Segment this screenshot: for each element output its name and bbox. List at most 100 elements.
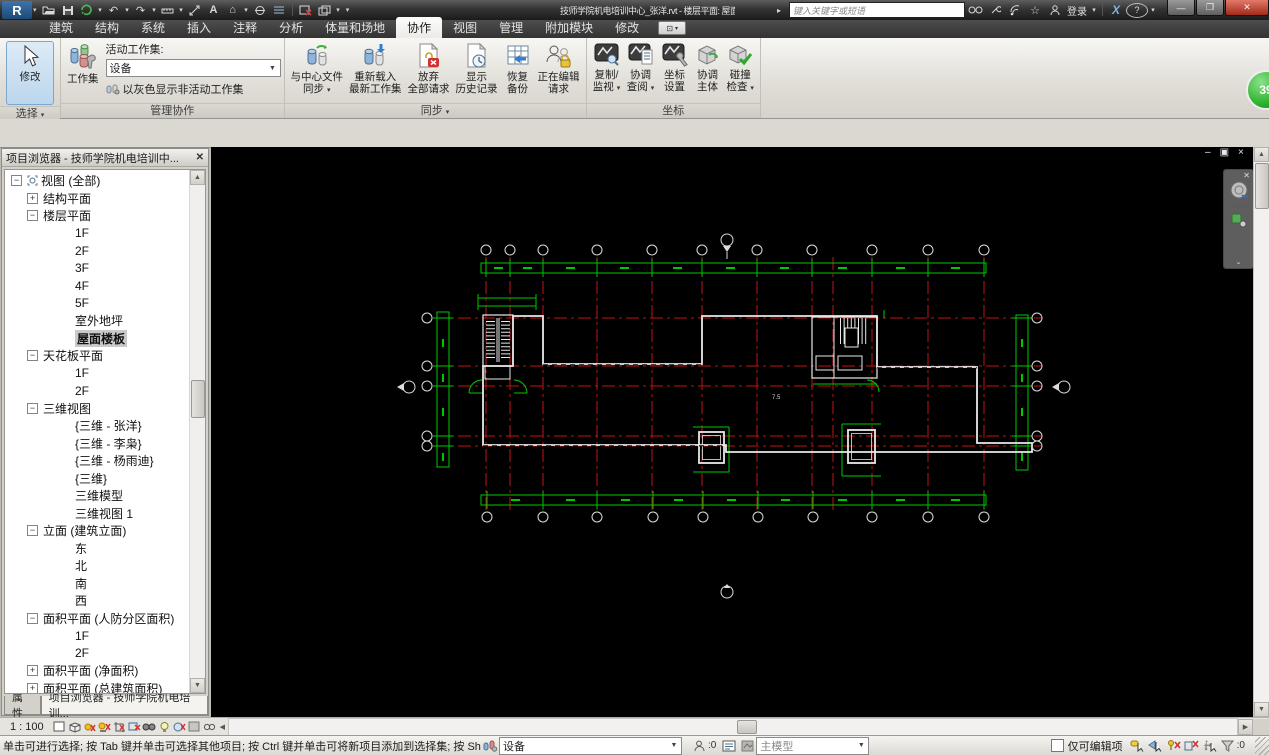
- elevation-markers[interactable]: [397, 233, 1071, 599]
- tree-item[interactable]: + 结构平面: [5, 190, 189, 208]
- view-minimize-icon[interactable]: –: [1205, 147, 1211, 158]
- coordination-host-button[interactable]: 协调 主体: [692, 40, 724, 93]
- favorites-star-icon[interactable]: ☆: [1025, 2, 1045, 18]
- tree-item[interactable]: 东: [5, 540, 189, 558]
- tab-结构[interactable]: 结构: [84, 17, 130, 38]
- tab-视图[interactable]: 视图: [442, 17, 488, 38]
- search-icon[interactable]: [965, 2, 985, 18]
- exchange-apps-icon[interactable]: X: [1106, 2, 1126, 18]
- tree-item[interactable]: {三维 - 杨雨迪}: [5, 452, 189, 470]
- tree-item[interactable]: − 楼层平面: [5, 207, 189, 225]
- scrollbar-thumb[interactable]: [191, 380, 205, 418]
- active-workset-select[interactable]: 设备 ▼: [105, 59, 281, 77]
- switch-windows-dropdown-icon[interactable]: ▾: [335, 2, 342, 18]
- collapse-toggle-icon[interactable]: −: [27, 210, 38, 222]
- status-workset-select[interactable]: 设备 ▼: [499, 736, 682, 755]
- project-browser-close-icon[interactable]: ✕: [196, 152, 204, 163]
- tree-item[interactable]: 1F: [5, 365, 189, 383]
- tab-附加模块[interactable]: 附加模块: [534, 17, 604, 38]
- sign-in-dropdown-icon[interactable]: ▾: [1089, 2, 1099, 18]
- tab-分析[interactable]: 分析: [268, 17, 314, 38]
- analysis-display-icon[interactable]: [187, 720, 202, 734]
- communication-center-icon[interactable]: [1005, 2, 1025, 18]
- sun-path-icon[interactable]: [82, 720, 97, 734]
- tree-item[interactable]: 1F: [5, 225, 189, 243]
- modify-button[interactable]: 修改: [6, 41, 54, 105]
- scroll-up-icon[interactable]: ▲: [190, 170, 205, 185]
- open-icon[interactable]: [40, 2, 58, 18]
- design-option-select[interactable]: 主模型 ▼: [756, 736, 870, 755]
- tree-item[interactable]: 西: [5, 592, 189, 610]
- worksharing-display-icon[interactable]: [172, 720, 187, 734]
- measure-dropdown-icon[interactable]: ▾: [178, 2, 185, 18]
- tree-item[interactable]: 3F: [5, 260, 189, 278]
- search-input[interactable]: 键入关键字或短语: [789, 2, 965, 18]
- select-underlay-icon[interactable]: [1183, 738, 1201, 754]
- minimize-button[interactable]: —: [1167, 0, 1195, 16]
- reload-latest-button[interactable]: 重新载入 最新工作集: [346, 40, 405, 95]
- hscroll-left-icon[interactable]: ◀: [217, 723, 228, 731]
- expand-toggle-icon[interactable]: +: [27, 192, 38, 204]
- temporary-hide-isolate-icon[interactable]: [157, 720, 172, 734]
- tab-注释[interactable]: 注释: [222, 17, 268, 38]
- measure-icon[interactable]: [159, 2, 177, 18]
- synchronize-panel-label[interactable]: 同步 ▾: [284, 103, 586, 118]
- drag-on-selection-icon[interactable]: [1201, 738, 1219, 754]
- aligned-dimension-icon[interactable]: [186, 2, 204, 18]
- switch-windows-icon[interactable]: [316, 2, 334, 18]
- tree-item[interactable]: − 立面 (建筑立面): [5, 522, 189, 540]
- project-browser-scrollbar[interactable]: ▲ ▼: [189, 170, 205, 693]
- thin-lines-icon[interactable]: [270, 2, 288, 18]
- tab-系统[interactable]: 系统: [130, 17, 176, 38]
- hscroll-thumb[interactable]: [737, 719, 758, 734]
- redo-icon[interactable]: ↷: [132, 2, 150, 18]
- tree-item[interactable]: − 面积平面 (人防分区面积): [5, 610, 189, 628]
- save-icon[interactable]: [59, 2, 77, 18]
- sign-in-user-icon[interactable]: [1045, 2, 1065, 18]
- coordination-review-button[interactable]: 协调 查阅 ▾: [624, 40, 658, 95]
- zoom-tool-icon[interactable]: [1230, 211, 1248, 229]
- tree-item[interactable]: 1F: [5, 627, 189, 645]
- project-browser-titlebar[interactable]: 项目浏览器 - 技师学院机电培训中... ✕: [2, 149, 208, 167]
- vscroll-up-icon[interactable]: ▲: [1254, 147, 1269, 162]
- tree-item[interactable]: 5F: [5, 295, 189, 313]
- application-menu-button[interactable]: R: [2, 1, 32, 19]
- relinquish-all-button[interactable]: 放弃 全部请求: [405, 40, 453, 95]
- expand-toggle-icon[interactable]: +: [27, 665, 38, 677]
- show-crop-region-icon[interactable]: [127, 720, 142, 734]
- selection-filter-icon[interactable]: [1219, 738, 1237, 754]
- tree-item[interactable]: {三维 - 李枭}: [5, 435, 189, 453]
- tab-修改[interactable]: 修改: [604, 17, 650, 38]
- subscription-wrench-icon[interactable]: [985, 2, 1005, 18]
- design-option-arrow-icon[interactable]: ▼: [854, 738, 868, 754]
- navbar-close-icon[interactable]: ✕: [1243, 171, 1250, 180]
- view3d-dropdown-icon[interactable]: ▾: [243, 2, 250, 18]
- tree-item[interactable]: {三维}: [5, 470, 189, 488]
- view-restore-icon[interactable]: ▣: [1220, 147, 1229, 158]
- crop-view-icon[interactable]: [112, 720, 127, 734]
- collapse-toggle-icon[interactable]: −: [27, 525, 38, 537]
- close-button[interactable]: ✕: [1225, 0, 1269, 16]
- steering-wheel-icon[interactable]: [1228, 180, 1250, 202]
- collapse-toggle-icon[interactable]: −: [27, 402, 38, 414]
- drawing-area[interactable]: 7.5 – ▣ × ✕ ⌄: [211, 147, 1254, 717]
- interference-check-button[interactable]: 碰撞 检查 ▾: [724, 40, 757, 95]
- tree-item[interactable]: 2F: [5, 645, 189, 663]
- tree-item[interactable]: 2F: [5, 242, 189, 260]
- editing-requests-button[interactable]: 正在编辑 请求: [535, 40, 583, 95]
- reveal-hidden-elements-icon[interactable]: [142, 720, 157, 734]
- scroll-down-icon[interactable]: ▼: [190, 678, 205, 693]
- infocenter-expand-icon[interactable]: ▸: [769, 2, 789, 18]
- detail-level-icon[interactable]: [52, 720, 67, 734]
- tree-item[interactable]: + 面积平面 (总建筑面积): [5, 680, 189, 693]
- resize-grip[interactable]: [1255, 736, 1269, 755]
- collapse-toggle-icon[interactable]: −: [27, 350, 38, 362]
- tree-item[interactable]: 室外地坪: [5, 312, 189, 330]
- tree-item[interactable]: 屋面楼板: [5, 329, 189, 348]
- tree-item[interactable]: 4F: [5, 277, 189, 295]
- tree-item[interactable]: 北: [5, 557, 189, 575]
- combo-arrow-icon[interactable]: ▼: [266, 60, 280, 76]
- collapse-toggle-icon[interactable]: −: [11, 175, 22, 187]
- tree-item[interactable]: 三维视图 1: [5, 505, 189, 523]
- ribbon-minimize-toggle[interactable]: ⊡ ▾: [658, 21, 687, 35]
